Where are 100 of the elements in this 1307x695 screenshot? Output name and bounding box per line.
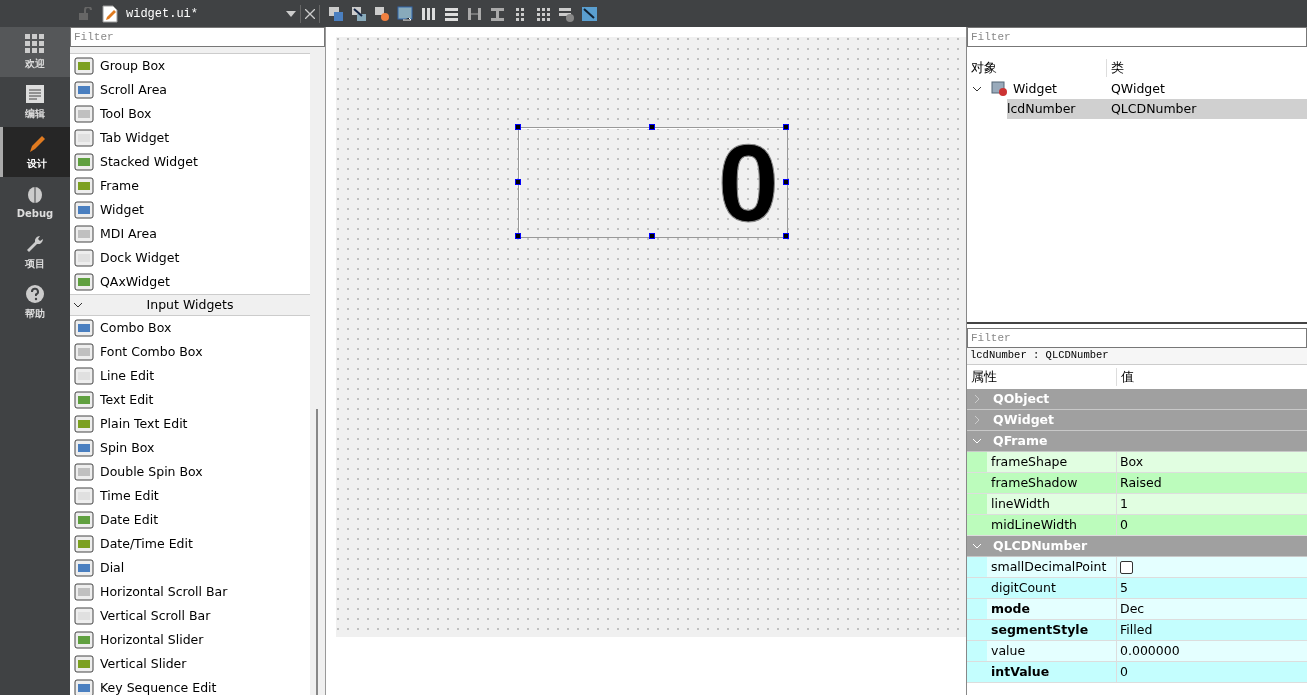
- mode-button[interactable]: 编辑: [0, 77, 70, 127]
- object-label: lcdNumber : QLCDNumber: [967, 348, 1307, 365]
- widget-item[interactable]: Group Box: [70, 54, 310, 78]
- property-value[interactable]: 0.000000: [1120, 641, 1180, 661]
- widget-icon: [74, 176, 94, 196]
- checkbox[interactable]: [1120, 560, 1133, 574]
- break-layout-icon[interactable]: [558, 5, 574, 22]
- mode-button[interactable]: 帮助: [0, 277, 70, 327]
- widget-item[interactable]: Vertical Scroll Bar: [70, 604, 310, 628]
- widget-item[interactable]: Combo Box: [70, 316, 310, 340]
- widget-item[interactable]: Vertical Slider: [70, 652, 310, 676]
- widget-item[interactable]: Spin Box: [70, 436, 310, 460]
- mode-button[interactable]: 项目: [0, 227, 70, 277]
- caret-icon[interactable]: [286, 10, 296, 17]
- property-value[interactable]: Filled: [1120, 620, 1153, 640]
- tree-row[interactable]: Widget QWidget: [967, 79, 1307, 99]
- grid-layout-icon[interactable]: [535, 5, 551, 22]
- tree-row[interactable]: lcdNumber QLCDNumber: [1007, 99, 1307, 119]
- property-value[interactable]: 0: [1120, 662, 1128, 682]
- widget-item[interactable]: Text Edit: [70, 388, 310, 412]
- widget-item[interactable]: Tab Widget: [70, 126, 310, 150]
- widget-item[interactable]: QAxWidget: [70, 270, 310, 294]
- document-icon: [25, 83, 45, 104]
- widget-item[interactable]: Font Combo Box: [70, 340, 310, 364]
- property-value[interactable]: Box: [1120, 452, 1144, 472]
- property-row[interactable]: intValue 0: [967, 662, 1307, 683]
- property-name: mode: [987, 599, 1117, 619]
- chevron-down-icon: [973, 86, 981, 92]
- resize-handle[interactable]: [783, 124, 789, 130]
- widget-item[interactable]: Date Edit: [70, 508, 310, 532]
- mode-button[interactable]: Debug: [0, 177, 70, 227]
- property-value[interactable]: 5: [1120, 578, 1128, 598]
- widget-item[interactable]: Stacked Widget: [70, 150, 310, 174]
- widget-item[interactable]: Tool Box: [70, 102, 310, 126]
- mode-button[interactable]: 欢迎: [0, 27, 70, 77]
- property-row[interactable]: mode Dec: [967, 599, 1307, 620]
- widget-item[interactable]: Line Edit: [70, 364, 310, 388]
- property-row[interactable]: smallDecimalPoint: [967, 557, 1307, 578]
- widget-label: Font Combo Box: [100, 342, 203, 361]
- widget-icon: [74, 678, 94, 695]
- property-row[interactable]: segmentStyle Filled: [967, 620, 1307, 641]
- resize-handle[interactable]: [515, 124, 521, 130]
- widget-icon: [74, 534, 94, 554]
- property-row[interactable]: value 0.000000: [967, 641, 1307, 662]
- widget-item[interactable]: Dial: [70, 556, 310, 580]
- filter-field[interactable]: Filter: [967, 27, 1307, 47]
- close-icon[interactable]: [305, 8, 315, 19]
- rows-icon[interactable]: [443, 5, 459, 22]
- vertical-split-icon[interactable]: [489, 5, 505, 22]
- widget-item[interactable]: Frame: [70, 174, 310, 198]
- scrollbar-thumb[interactable]: [316, 409, 318, 695]
- widget-item[interactable]: Widget: [70, 198, 310, 222]
- chevron-right-icon: [973, 395, 981, 403]
- mode-button[interactable]: 设计: [0, 127, 70, 177]
- widget-icon: [74, 200, 94, 220]
- resize-handle[interactable]: [783, 178, 789, 185]
- property-row[interactable]: frameShadow Raised: [967, 473, 1307, 494]
- property-value[interactable]: 1: [1120, 494, 1128, 514]
- horizontal-split-icon[interactable]: [466, 5, 482, 22]
- widget-item[interactable]: Horizontal Slider: [70, 628, 310, 652]
- widget-label: Time Edit: [100, 486, 159, 505]
- widget-label: Text Edit: [100, 390, 154, 409]
- resize-handle[interactable]: [649, 233, 655, 239]
- property-name: value: [987, 641, 1117, 661]
- widget-icon: [74, 272, 94, 292]
- widget-icon: [74, 56, 94, 76]
- property-row[interactable]: frameShape Box: [967, 452, 1307, 473]
- widget-item[interactable]: Plain Text Edit: [70, 412, 310, 436]
- widget-icon: [74, 414, 94, 434]
- property-value[interactable]: 0: [1120, 515, 1128, 535]
- adjust-size-icon[interactable]: [581, 5, 597, 22]
- property-row[interactable]: midLineWidth 0: [967, 515, 1307, 536]
- property-row[interactable]: digitCount 5: [967, 578, 1307, 599]
- widget-icon: [74, 582, 94, 602]
- widget-item[interactable]: Horizontal Scroll Bar: [70, 580, 310, 604]
- widget-icon: [74, 318, 94, 338]
- property-row[interactable]: lineWidth 1: [967, 494, 1307, 515]
- lcd-number[interactable]: 0: [518, 127, 788, 238]
- widget-item[interactable]: Double Spin Box: [70, 460, 310, 484]
- widget-item[interactable]: Dock Widget: [70, 246, 310, 270]
- category-header[interactable]: Input Widgets: [70, 294, 310, 316]
- widget-label: Tab Widget: [100, 128, 170, 147]
- widget-label: Dock Widget: [100, 248, 180, 267]
- resize-handle[interactable]: [515, 178, 521, 185]
- widget-item[interactable]: Date/Time Edit: [70, 532, 310, 556]
- filter-field[interactable]: Filter: [967, 328, 1307, 348]
- columns-icon[interactable]: [420, 5, 436, 22]
- widget-item[interactable]: Key Sequence Edit: [70, 676, 310, 695]
- group-title: QFrame: [993, 431, 1048, 450]
- resize-handle[interactable]: [783, 233, 789, 239]
- property-value[interactable]: Dec: [1120, 599, 1145, 619]
- widget-item[interactable]: Scroll Area: [70, 78, 310, 102]
- filter-field[interactable]: Filter: [70, 27, 325, 47]
- resize-handle[interactable]: [649, 124, 655, 130]
- widget-item[interactable]: MDI Area: [70, 222, 310, 246]
- file-name: widget.ui*: [126, 5, 199, 23]
- widget-item[interactable]: Time Edit: [70, 484, 310, 508]
- resize-handle[interactable]: [515, 233, 521, 239]
- property-value[interactable]: Raised: [1120, 473, 1162, 493]
- widget-label: Tool Box: [100, 104, 152, 123]
